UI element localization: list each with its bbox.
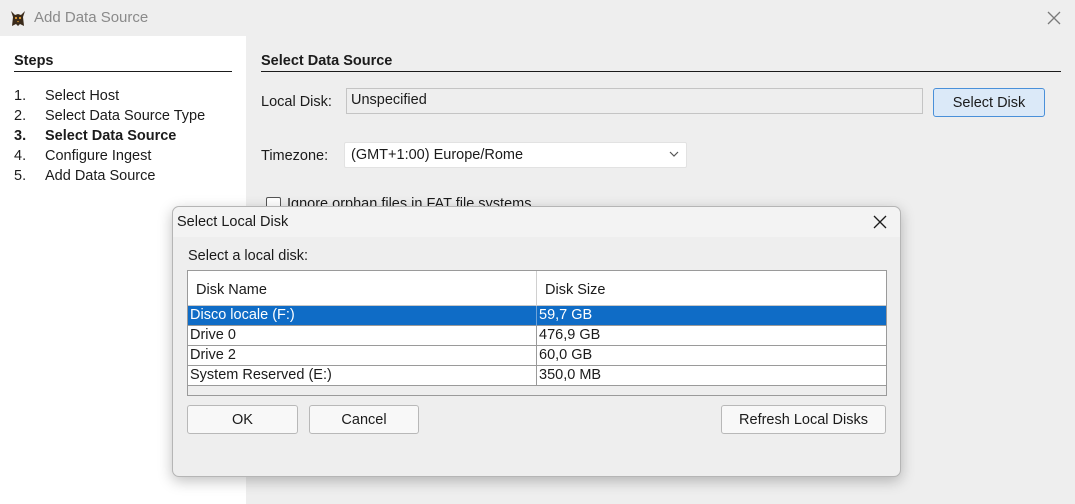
disk-table: Disk Name Disk Size Disco locale (F:) 59… bbox=[187, 270, 887, 396]
timezone-value: (GMT+1:00) Europe/Rome bbox=[351, 147, 524, 163]
table-row[interactable]: System Reserved (E:) 350,0 MB bbox=[188, 366, 886, 386]
table-row[interactable]: Drive 2 60,0 GB bbox=[188, 346, 886, 366]
step-number: 4. bbox=[14, 148, 27, 164]
step-label: Select Data Source Type bbox=[45, 108, 206, 124]
select-local-disk-dialog: Select Local Disk Select a local disk: D… bbox=[172, 206, 901, 477]
cancel-button[interactable]: Cancel bbox=[309, 405, 419, 434]
cell-divider bbox=[536, 346, 537, 366]
ok-button[interactable]: OK bbox=[187, 405, 298, 434]
table-row[interactable]: Drive 0 476,9 GB bbox=[188, 326, 886, 346]
step-number: 3. bbox=[14, 128, 27, 144]
dialog-title: Select Local Disk bbox=[177, 214, 289, 230]
chevron-down-icon bbox=[668, 148, 680, 160]
dialog-titlebar: Select Local Disk bbox=[173, 207, 900, 237]
step-item: 4. Configure Ingest bbox=[14, 148, 244, 168]
disk-name-cell: System Reserved (E:) bbox=[190, 367, 332, 383]
close-icon[interactable] bbox=[1042, 6, 1066, 30]
autopsy-dog-icon bbox=[8, 8, 28, 28]
step-label: Add Data Source bbox=[45, 168, 156, 184]
local-disk-field: Unspecified bbox=[346, 88, 923, 114]
cell-divider bbox=[536, 366, 537, 386]
disk-size-cell: 59,7 GB bbox=[539, 307, 593, 323]
step-item: 2. Select Data Source Type bbox=[14, 108, 244, 128]
disk-size-cell: 350,0 MB bbox=[539, 367, 602, 383]
select-disk-button[interactable]: Select Disk bbox=[933, 88, 1045, 117]
column-divider[interactable] bbox=[536, 271, 537, 306]
section-heading: Select Data Source bbox=[261, 53, 1061, 72]
cell-divider bbox=[536, 326, 537, 346]
steps-heading: Steps bbox=[14, 53, 232, 72]
step-number: 5. bbox=[14, 168, 27, 184]
cell-divider bbox=[536, 306, 537, 326]
step-number: 2. bbox=[14, 108, 27, 124]
window-titlebar: Add Data Source bbox=[0, 0, 1075, 36]
step-label: Select Host bbox=[45, 88, 120, 104]
disk-name-cell: Disco locale (F:) bbox=[190, 307, 295, 323]
step-item-current: 3. Select Data Source bbox=[14, 128, 244, 148]
timezone-label: Timezone: bbox=[261, 148, 329, 164]
dialog-prompt: Select a local disk: bbox=[188, 248, 309, 264]
table-header: Disk Name Disk Size bbox=[188, 271, 886, 306]
close-icon[interactable] bbox=[869, 211, 891, 233]
step-number: 1. bbox=[14, 88, 27, 104]
timezone-select[interactable]: (GMT+1:00) Europe/Rome bbox=[344, 142, 687, 168]
step-item: 1. Select Host bbox=[14, 88, 244, 108]
step-item: 5. Add Data Source bbox=[14, 168, 244, 188]
column-header-disk-name[interactable]: Disk Name bbox=[196, 282, 267, 298]
disk-size-cell: 60,0 GB bbox=[539, 347, 593, 363]
local-disk-label: Local Disk: bbox=[261, 94, 332, 110]
step-label: Configure Ingest bbox=[45, 148, 152, 164]
disk-name-cell: Drive 0 bbox=[190, 327, 236, 343]
window-title: Add Data Source bbox=[34, 9, 149, 26]
table-row-selected[interactable]: Disco locale (F:) 59,7 GB bbox=[188, 306, 886, 326]
refresh-local-disks-button[interactable]: Refresh Local Disks bbox=[721, 405, 886, 434]
disk-size-cell: 476,9 GB bbox=[539, 327, 601, 343]
column-header-disk-size[interactable]: Disk Size bbox=[545, 282, 605, 298]
disk-name-cell: Drive 2 bbox=[190, 347, 236, 363]
step-label: Select Data Source bbox=[45, 128, 177, 144]
